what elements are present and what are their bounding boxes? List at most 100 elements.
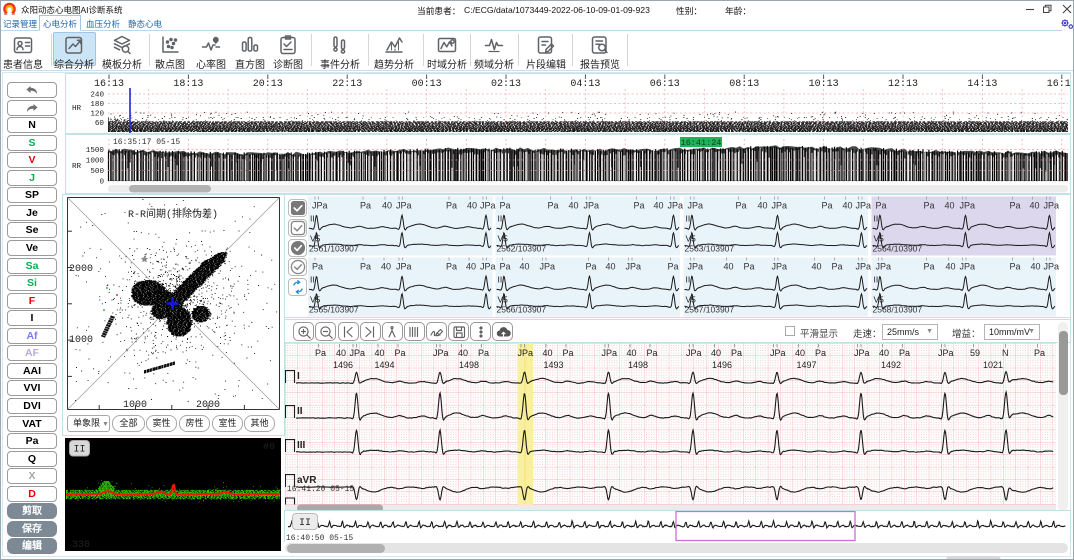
svg-text:II: II — [299, 518, 311, 529]
svg-text:40: 40 — [381, 262, 391, 272]
svg-text:40: 40 — [382, 201, 392, 211]
svg-text:180: 180 — [90, 101, 104, 109]
svg-text:I: I — [297, 371, 300, 382]
svg-text:Pa: Pa — [312, 262, 323, 272]
svg-text:330: 330 — [72, 540, 90, 551]
svg-text:II: II — [686, 275, 691, 285]
svg-text:500: 500 — [90, 168, 104, 176]
svg-text:Pa: Pa — [1010, 201, 1021, 211]
svg-text:40: 40 — [843, 201, 853, 211]
svg-text:40: 40 — [795, 348, 805, 358]
svg-text:JPa: JPa — [312, 201, 328, 211]
svg-text:1021: 1021 — [983, 360, 1003, 370]
svg-text:16:40:50 05-15: 16:40:50 05-15 — [286, 534, 353, 542]
svg-text:II: II — [297, 406, 303, 417]
svg-text:II: II — [310, 275, 315, 285]
svg-text:40: 40 — [945, 201, 955, 211]
svg-text:JPa: JPa — [688, 201, 704, 211]
svg-text:II: II — [686, 214, 691, 224]
svg-text:#0: #0 — [263, 442, 275, 453]
svg-text:JPa: JPa — [584, 201, 600, 211]
svg-text:JPa: JPa — [396, 201, 412, 211]
svg-text:Pa: Pa — [446, 201, 457, 211]
svg-text:JPa: JPa — [480, 262, 496, 272]
svg-text:Pa: Pa — [924, 262, 935, 272]
svg-text:Pa: Pa — [634, 201, 645, 211]
svg-text:N: N — [1002, 348, 1009, 358]
svg-text:JPa: JPa — [540, 262, 556, 272]
svg-text:40: 40 — [711, 348, 721, 358]
svg-text:Pa: Pa — [586, 262, 597, 272]
svg-text:16:35:17 05-15: 16:35:17 05-15 — [113, 138, 180, 147]
svg-text:R-R间期(排除伪差): R-R间期(排除伪差) — [128, 207, 218, 221]
svg-text:40: 40 — [543, 348, 553, 358]
svg-text:14:13: 14:13 — [967, 79, 997, 90]
svg-text:2561/103907: 2561/103907 — [309, 244, 359, 254]
svg-text:1492: 1492 — [881, 360, 901, 370]
svg-text:II: II — [73, 445, 85, 456]
svg-text:JPa: JPa — [960, 201, 976, 211]
svg-text:JPa: JPa — [1044, 262, 1060, 272]
svg-text:1000: 1000 — [123, 400, 147, 411]
svg-text:40: 40 — [758, 201, 768, 211]
svg-text:40: 40 — [336, 348, 346, 358]
svg-text:08:13: 08:13 — [729, 79, 759, 90]
svg-text:2000: 2000 — [196, 400, 220, 411]
svg-text:II: II — [498, 275, 503, 285]
svg-text:10:13: 10:13 — [809, 79, 839, 90]
svg-text:40: 40 — [812, 262, 822, 272]
svg-text:Pa: Pa — [731, 348, 742, 358]
svg-text:JPa: JPa — [433, 348, 449, 358]
svg-text:Pa: Pa — [736, 201, 747, 211]
svg-text:1494: 1494 — [375, 360, 395, 370]
svg-text:1496: 1496 — [333, 360, 353, 370]
svg-text:JPa: JPa — [960, 262, 976, 272]
svg-text:Pa: Pa — [876, 201, 887, 211]
svg-text:2562/103907: 2562/103907 — [497, 244, 547, 254]
svg-text:JPa: JPa — [856, 201, 872, 211]
svg-text:JPa: JPa — [856, 262, 872, 272]
svg-text:06:13: 06:13 — [650, 79, 680, 90]
svg-text:JPa: JPa — [1044, 201, 1060, 211]
svg-text:40: 40 — [606, 262, 616, 272]
svg-text:59: 59 — [970, 348, 980, 358]
svg-text:120: 120 — [90, 111, 104, 119]
svg-text:1000: 1000 — [86, 158, 105, 166]
svg-text:III: III — [297, 440, 306, 451]
svg-text:JPa: JPa — [350, 348, 366, 358]
svg-text:JPa: JPa — [518, 348, 534, 358]
svg-text:RR: RR — [72, 163, 82, 171]
svg-text:40: 40 — [466, 262, 476, 272]
svg-text:40: 40 — [520, 262, 530, 272]
svg-text:16:41:24: 16:41:24 — [681, 138, 722, 148]
svg-text:02:13: 02:13 — [491, 79, 521, 90]
svg-text:HR: HR — [72, 105, 82, 113]
svg-text:JPa: JPa — [876, 262, 892, 272]
svg-text:04:13: 04:13 — [570, 79, 600, 90]
svg-text:2000: 2000 — [69, 264, 93, 275]
svg-text:40: 40 — [1030, 201, 1040, 211]
svg-text:Pa: Pa — [500, 201, 511, 211]
svg-text:2567/103907: 2567/103907 — [685, 305, 735, 315]
svg-text:0: 0 — [99, 179, 104, 187]
svg-text:40: 40 — [879, 348, 889, 358]
svg-text:40: 40 — [654, 201, 664, 211]
svg-text:Pa: Pa — [500, 262, 511, 272]
svg-text:Pa: Pa — [315, 348, 326, 358]
svg-text:40: 40 — [1031, 262, 1041, 272]
svg-text:JPa: JPa — [688, 262, 704, 272]
svg-text:18:13: 18:13 — [173, 79, 203, 90]
svg-text:40: 40 — [627, 348, 637, 358]
svg-text:240: 240 — [90, 92, 104, 100]
svg-text:16:13: 16:13 — [1047, 79, 1070, 90]
svg-text:Pa: Pa — [478, 348, 489, 358]
svg-text:1000: 1000 — [69, 335, 93, 346]
svg-text:Pa: Pa — [668, 262, 679, 272]
svg-text:JPa: JPa — [602, 348, 618, 358]
svg-text:Pa: Pa — [744, 262, 755, 272]
svg-text:JPa: JPa — [626, 262, 642, 272]
svg-text:II: II — [498, 214, 503, 224]
svg-text:Pa: Pa — [446, 262, 457, 272]
svg-text:Pa: Pa — [1034, 348, 1045, 358]
svg-text:16:13: 16:13 — [94, 79, 124, 90]
